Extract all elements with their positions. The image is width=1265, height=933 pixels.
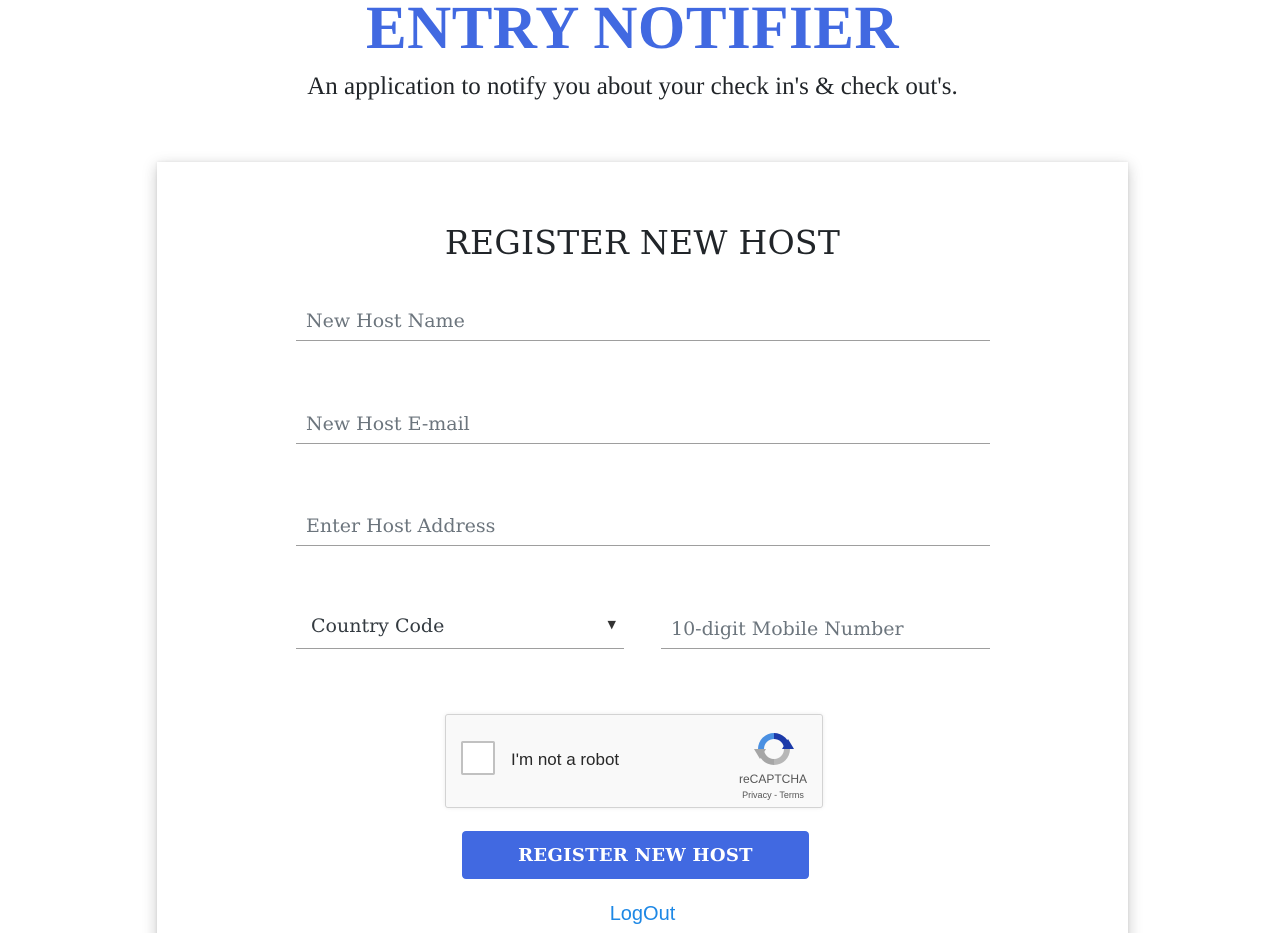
recaptcha-checkbox[interactable] [461,741,495,775]
host-email-input[interactable] [296,404,990,444]
register-host-card: REGISTER NEW HOST Country Code ▼ I'm not… [157,162,1128,933]
privacy-link[interactable]: Privacy [742,790,772,800]
app-subtitle: An application to notify you about your … [307,73,958,100]
mobile-number-input[interactable] [661,609,990,649]
app-title: ENTRY NOTIFIER [365,0,900,62]
recaptcha-links: Privacy - Terms [727,790,819,800]
country-code-select[interactable]: Country Code ▼ [296,609,624,649]
terms-link[interactable]: Terms [779,790,804,800]
form-title: REGISTER NEW HOST [444,223,841,262]
logout-link[interactable]: LogOut [157,903,1128,926]
recaptcha-brand: reCAPTCHA [738,772,807,786]
host-address-input[interactable] [296,506,990,546]
country-code-label: Country Code [311,615,445,637]
caret-down-icon: ▼ [607,618,616,631]
recaptcha-widget: I'm not a robot reCAPTCHA Privacy - Term… [445,714,823,808]
recaptcha-label: I'm not a robot [511,750,620,769]
host-name-input[interactable] [296,301,990,341]
register-host-button[interactable]: REGISTER NEW HOST [462,831,809,879]
recaptcha-logo-icon [754,733,794,765]
